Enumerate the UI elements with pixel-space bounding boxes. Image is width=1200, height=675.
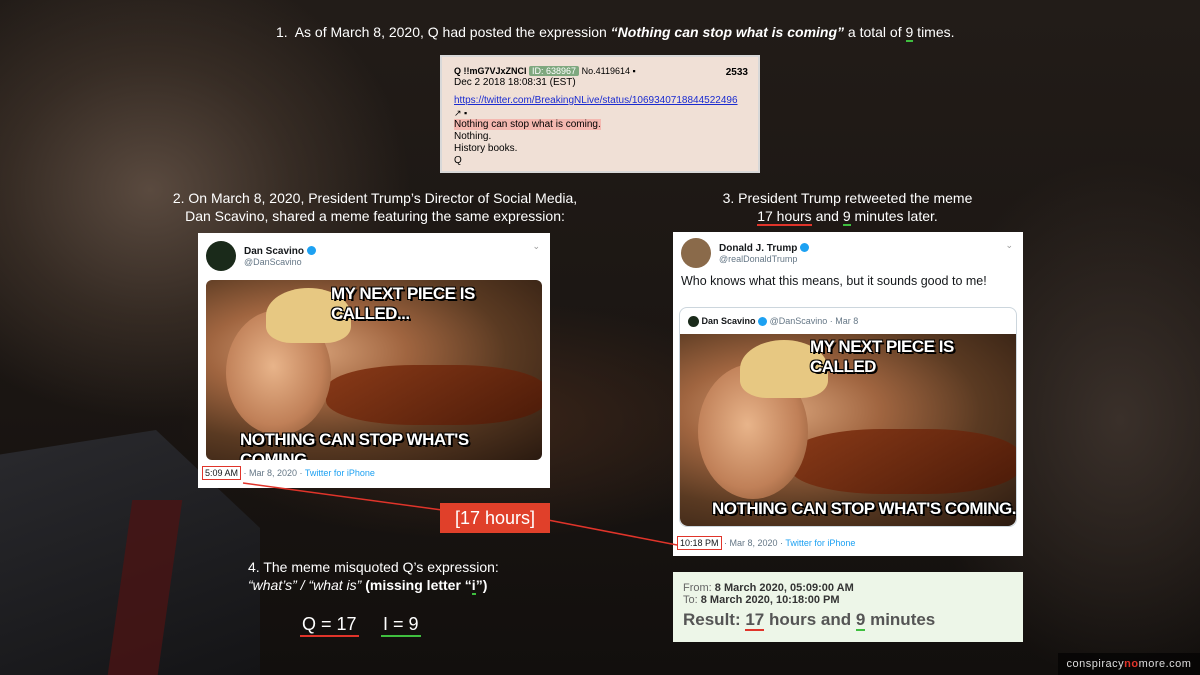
tweet-scavino: Dan Scavino @DanScavino ⌄ MY NEXT PIECE … [198, 233, 550, 488]
meme-bottom-text: NOTHING CAN STOP WHAT'S COMING. [240, 430, 469, 460]
avatar[interactable] [206, 241, 236, 271]
avatar [688, 316, 699, 328]
caption-1: 1. As of March 8, 2020, Q had posted the… [276, 24, 955, 42]
caption-4: 4. The meme misquoted Q’s expression: “w… [248, 559, 499, 595]
verified-icon [306, 246, 316, 256]
tweet-meta: 10:18 PM · Mar 8, 2020 · Twitter for iPh… [677, 536, 855, 550]
tweet-text: Who knows what this means, but it sounds… [681, 274, 987, 288]
post-date: Dec 2 2018 18:08:31 (EST) [454, 77, 576, 88]
tweet-source[interactable]: Twitter for iPhone [305, 468, 375, 478]
meme-bottom-text: NOTHING CAN STOP WHAT'S COMING. [712, 499, 1016, 518]
watermark: conspiracynomore.com [1058, 653, 1200, 675]
caption-3: 3. President Trump retweeted the meme 17… [722, 190, 973, 226]
result-box: From: 8 March 2020, 05:09:00 AM To: 8 Ma… [673, 572, 1023, 642]
meme-top-text: MY NEXT PIECE IS CALLED... [331, 284, 475, 323]
hours-label: [17 hours] [440, 503, 550, 533]
quoted-tweet[interactable]: Dan Scavino @DanScavino · Mar 8 MY NEXT … [679, 307, 1017, 527]
meme-top-text: MY NEXT PIECE IS CALLED [810, 337, 954, 376]
verified-icon [800, 243, 810, 253]
tweet-trump: Donald J. Trump @realDonaldTrump ⌄ Who k… [673, 232, 1023, 556]
verified-icon [758, 317, 768, 327]
caption-2: 2. On March 8, 2020, President Trump’s D… [172, 190, 578, 224]
tweet-source[interactable]: Twitter for iPhone [785, 538, 855, 548]
post-link[interactable]: https://twitter.com/BreakingNLive/status… [454, 95, 746, 107]
post-number: 2533 [725, 67, 748, 78]
avatar[interactable] [681, 238, 711, 268]
q-post-screenshot: Q !!mG7VJxZNCI ID: 638967 No.4119614 ▪ 2… [440, 55, 760, 173]
chevron-down-icon[interactable]: ⌄ [1005, 240, 1013, 251]
meme-image[interactable]: MY NEXT PIECE IS CALLED... NOTHING CAN S… [206, 280, 542, 460]
chevron-down-icon[interactable]: ⌄ [532, 241, 540, 252]
meme-image[interactable]: MY NEXT PIECE IS CALLED NOTHING CAN STOP… [680, 334, 1016, 526]
tweet-meta: 5:09 AM · Mar 8, 2020 · Twitter for iPho… [202, 466, 375, 480]
external-link-icon: ↗ ▪ [454, 108, 468, 118]
equation-i: I = 9 [381, 614, 421, 637]
tweet-time[interactable]: 5:09 AM [202, 466, 242, 480]
equation-q: Q = 17 [300, 614, 359, 637]
folder-icon: ▪ [632, 66, 636, 76]
id-badge: ID: 638967 [529, 66, 580, 76]
tweet-time[interactable]: 10:18 PM [677, 536, 722, 550]
